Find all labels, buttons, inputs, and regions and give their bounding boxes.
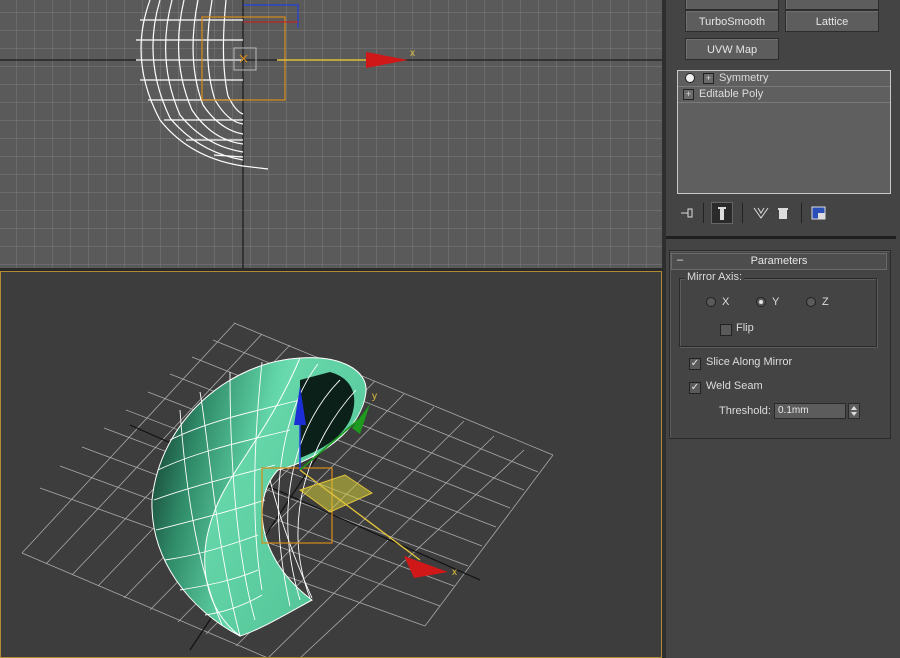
persp-x-axis-arrow [404, 556, 448, 578]
modifier-button-hidden-b[interactable] [785, 0, 879, 10]
slice-along-mirror-label: Slice Along Mirror [706, 356, 793, 368]
axis-y-radio[interactable] [756, 297, 766, 307]
configure-modifier-sets-icon[interactable] [808, 202, 830, 224]
threshold-spinner[interactable] [848, 403, 860, 419]
lattice-button[interactable]: Lattice [785, 10, 879, 32]
persp-y-axis-label: y [372, 391, 377, 402]
slice-along-mirror-checkbox[interactable]: ✓ [689, 358, 701, 370]
turbosmooth-button[interactable]: TurboSmooth [685, 10, 779, 32]
pin-stack-icon[interactable] [676, 202, 698, 224]
lightbulb-icon[interactable] [685, 73, 695, 83]
axis-z-label: Z [822, 296, 829, 308]
persp-x-axis-label: x [452, 567, 457, 578]
threshold-label: Threshold: [719, 405, 771, 417]
parameters-rollout-header[interactable]: – Parameters [671, 253, 887, 270]
stack-item-label: Symmetry [719, 72, 769, 84]
weld-seam-label: Weld Seam [706, 380, 763, 392]
toolbar-divider [703, 203, 704, 223]
show-end-result-icon[interactable] [711, 202, 733, 224]
mirror-axis-group [679, 278, 877, 347]
modifier-button-hidden-a[interactable] [685, 0, 779, 10]
perspective-viewport[interactable]: y x [0, 271, 662, 658]
remove-modifier-icon[interactable] [772, 202, 794, 224]
top-viewport[interactable]: x [0, 0, 662, 269]
flip-label: Flip [736, 322, 754, 334]
rollout-title: Parameters [750, 255, 808, 267]
threshold-input[interactable]: 0.1mm [774, 403, 846, 419]
flip-checkbox[interactable] [720, 324, 732, 336]
expand-plus-icon[interactable]: + [703, 73, 714, 84]
axis-y-label: Y [772, 296, 780, 308]
mirror-axis-label: Mirror Axis: [685, 271, 744, 283]
toolbar-divider [801, 203, 802, 223]
toolbar-divider [742, 203, 743, 223]
axis-z-radio[interactable] [806, 297, 816, 307]
stack-item-label: Editable Poly [699, 88, 764, 100]
axis-x-radio[interactable] [706, 297, 716, 307]
weld-seam-checkbox[interactable]: ✓ [689, 382, 701, 394]
stack-item-editable-poly[interactable]: + Editable Poly [678, 87, 890, 103]
collapse-toggle[interactable]: – [677, 253, 683, 268]
make-unique-icon[interactable] [750, 202, 772, 224]
command-panel: TurboSmooth Lattice UVW Map + Symmetry +… [666, 0, 900, 658]
expand-plus-icon[interactable]: + [683, 89, 694, 100]
modifier-stack[interactable]: + Symmetry + Editable Poly [677, 70, 891, 194]
uvw-map-button[interactable]: UVW Map [685, 38, 779, 60]
top-x-axis-label: x [410, 48, 415, 59]
stack-item-symmetry[interactable]: + Symmetry [678, 71, 890, 87]
axis-x-label: X [722, 296, 730, 308]
panel-divider [666, 236, 896, 239]
top-viewport-canvas: x [0, 0, 662, 269]
perspective-viewport-canvas: y x [21, 322, 554, 658]
